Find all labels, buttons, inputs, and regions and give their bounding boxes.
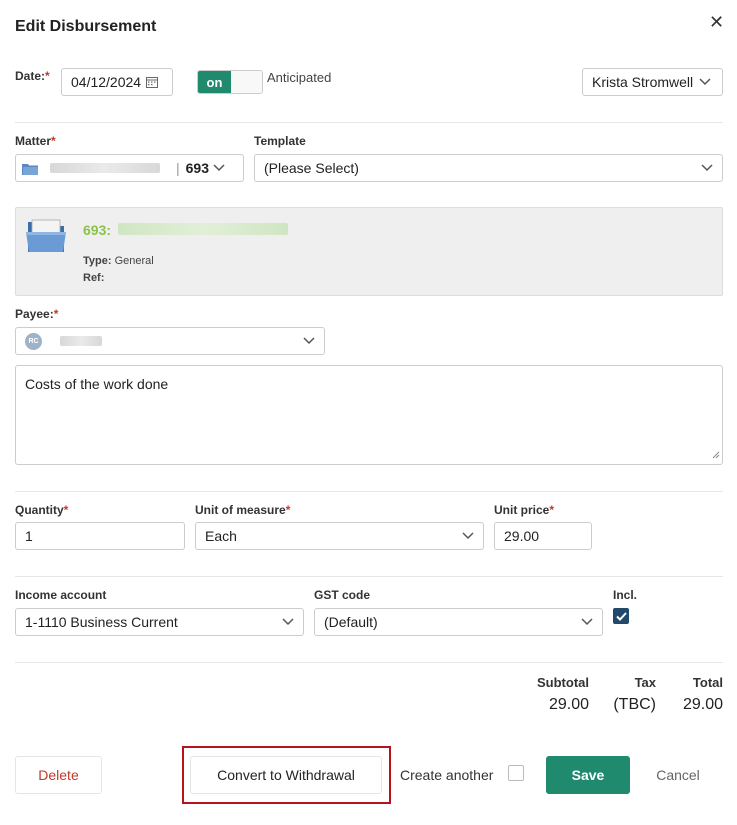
divider [15, 491, 723, 492]
chevron-down-icon [581, 618, 593, 626]
quantity-value: 1 [25, 528, 33, 544]
divider [15, 122, 723, 123]
chevron-down-icon [701, 164, 713, 172]
payee-select[interactable]: RC [15, 327, 325, 355]
date-label: Date:* [15, 69, 50, 83]
chevron-down-icon [699, 78, 711, 86]
save-button[interactable]: Save [546, 756, 630, 794]
tax-label: Tax [634, 675, 656, 690]
anticipated-label: Anticipated [267, 70, 332, 85]
create-another-checkbox[interactable] [508, 765, 524, 781]
gst-code-label: GST code [314, 588, 371, 602]
template-value: (Please Select) [264, 160, 359, 176]
resize-handle-icon[interactable] [712, 446, 720, 462]
gst-code-value: (Default) [324, 614, 378, 630]
folder-icon [22, 162, 38, 175]
unit-price-label: Unit price* [494, 503, 555, 517]
matter-number: 693 [185, 160, 209, 176]
unit-of-measure-label: Unit of measure* [195, 503, 291, 517]
description-value: Costs of the work done [25, 376, 169, 392]
subtotal-value: 29.00 [548, 696, 589, 713]
matter-code: 693: [83, 222, 112, 238]
total-label: Total [692, 675, 723, 690]
divider [15, 662, 723, 663]
date-value: 04/12/2024 [71, 74, 142, 90]
quantity-input[interactable]: 1 [15, 522, 185, 550]
matter-select[interactable]: | 693 [15, 154, 244, 182]
description-textarea[interactable]: Costs of the work done [15, 365, 723, 465]
matter-description-redacted [118, 223, 288, 235]
matter-separator: | [176, 160, 180, 176]
quantity-label: Quantity* [15, 503, 69, 517]
incl-label: Incl. [613, 588, 638, 602]
unit-of-measure-select[interactable]: Each [195, 522, 484, 550]
matter-summary-panel: 693: Type: General Ref: [15, 207, 723, 296]
toggle-on-label: on [198, 71, 231, 93]
unit-price-input[interactable]: 29.00 [494, 522, 592, 550]
income-account-value: 1-1110 Business Current [25, 614, 178, 630]
chevron-down-icon [282, 618, 294, 626]
tax-value: (TBC) [613, 696, 656, 713]
chevron-down-icon [213, 164, 225, 172]
check-icon [615, 608, 627, 624]
create-another-label: Create another [400, 767, 494, 783]
user-select[interactable]: Krista Stromwell [582, 68, 723, 96]
calendar-icon[interactable] [146, 76, 159, 88]
matter-ref-label: Ref: [83, 272, 105, 284]
template-label: Template [254, 134, 306, 148]
chevron-down-icon [462, 532, 474, 540]
folder-icon [26, 218, 68, 257]
gst-code-select[interactable]: (Default) [314, 608, 603, 636]
total-value: 29.00 [682, 696, 723, 713]
payee-name-redacted [60, 336, 102, 346]
dialog-title: Edit Disbursement [15, 18, 157, 35]
income-account-select[interactable]: 1-1110 Business Current [15, 608, 304, 636]
matter-name-redacted [50, 163, 160, 173]
template-select[interactable]: (Please Select) [254, 154, 723, 182]
anticipated-toggle[interactable]: on [197, 70, 263, 94]
unit-price-value: 29.00 [504, 528, 540, 544]
matter-label: Matter* [15, 134, 56, 148]
divider [15, 576, 723, 577]
date-input[interactable]: 04/12/2024 [61, 68, 173, 96]
subtotal-label: Subtotal [537, 675, 589, 690]
incl-checkbox[interactable] [613, 608, 629, 624]
income-account-label: Income account [15, 588, 107, 602]
delete-button[interactable]: Delete [15, 756, 102, 794]
unit-of-measure-value: Each [205, 528, 237, 544]
chevron-down-icon [303, 337, 315, 345]
close-icon[interactable]: ✕ [709, 12, 724, 32]
cancel-button[interactable]: Cancel [646, 756, 710, 794]
matter-type: Type: General [83, 255, 154, 267]
payee-avatar: RC [25, 332, 42, 350]
payee-label: Payee:* [15, 307, 59, 321]
convert-to-withdrawal-button[interactable]: Convert to Withdrawal [190, 756, 382, 794]
toggle-off-side [231, 71, 262, 93]
user-select-value: Krista Stromwell [592, 74, 694, 90]
